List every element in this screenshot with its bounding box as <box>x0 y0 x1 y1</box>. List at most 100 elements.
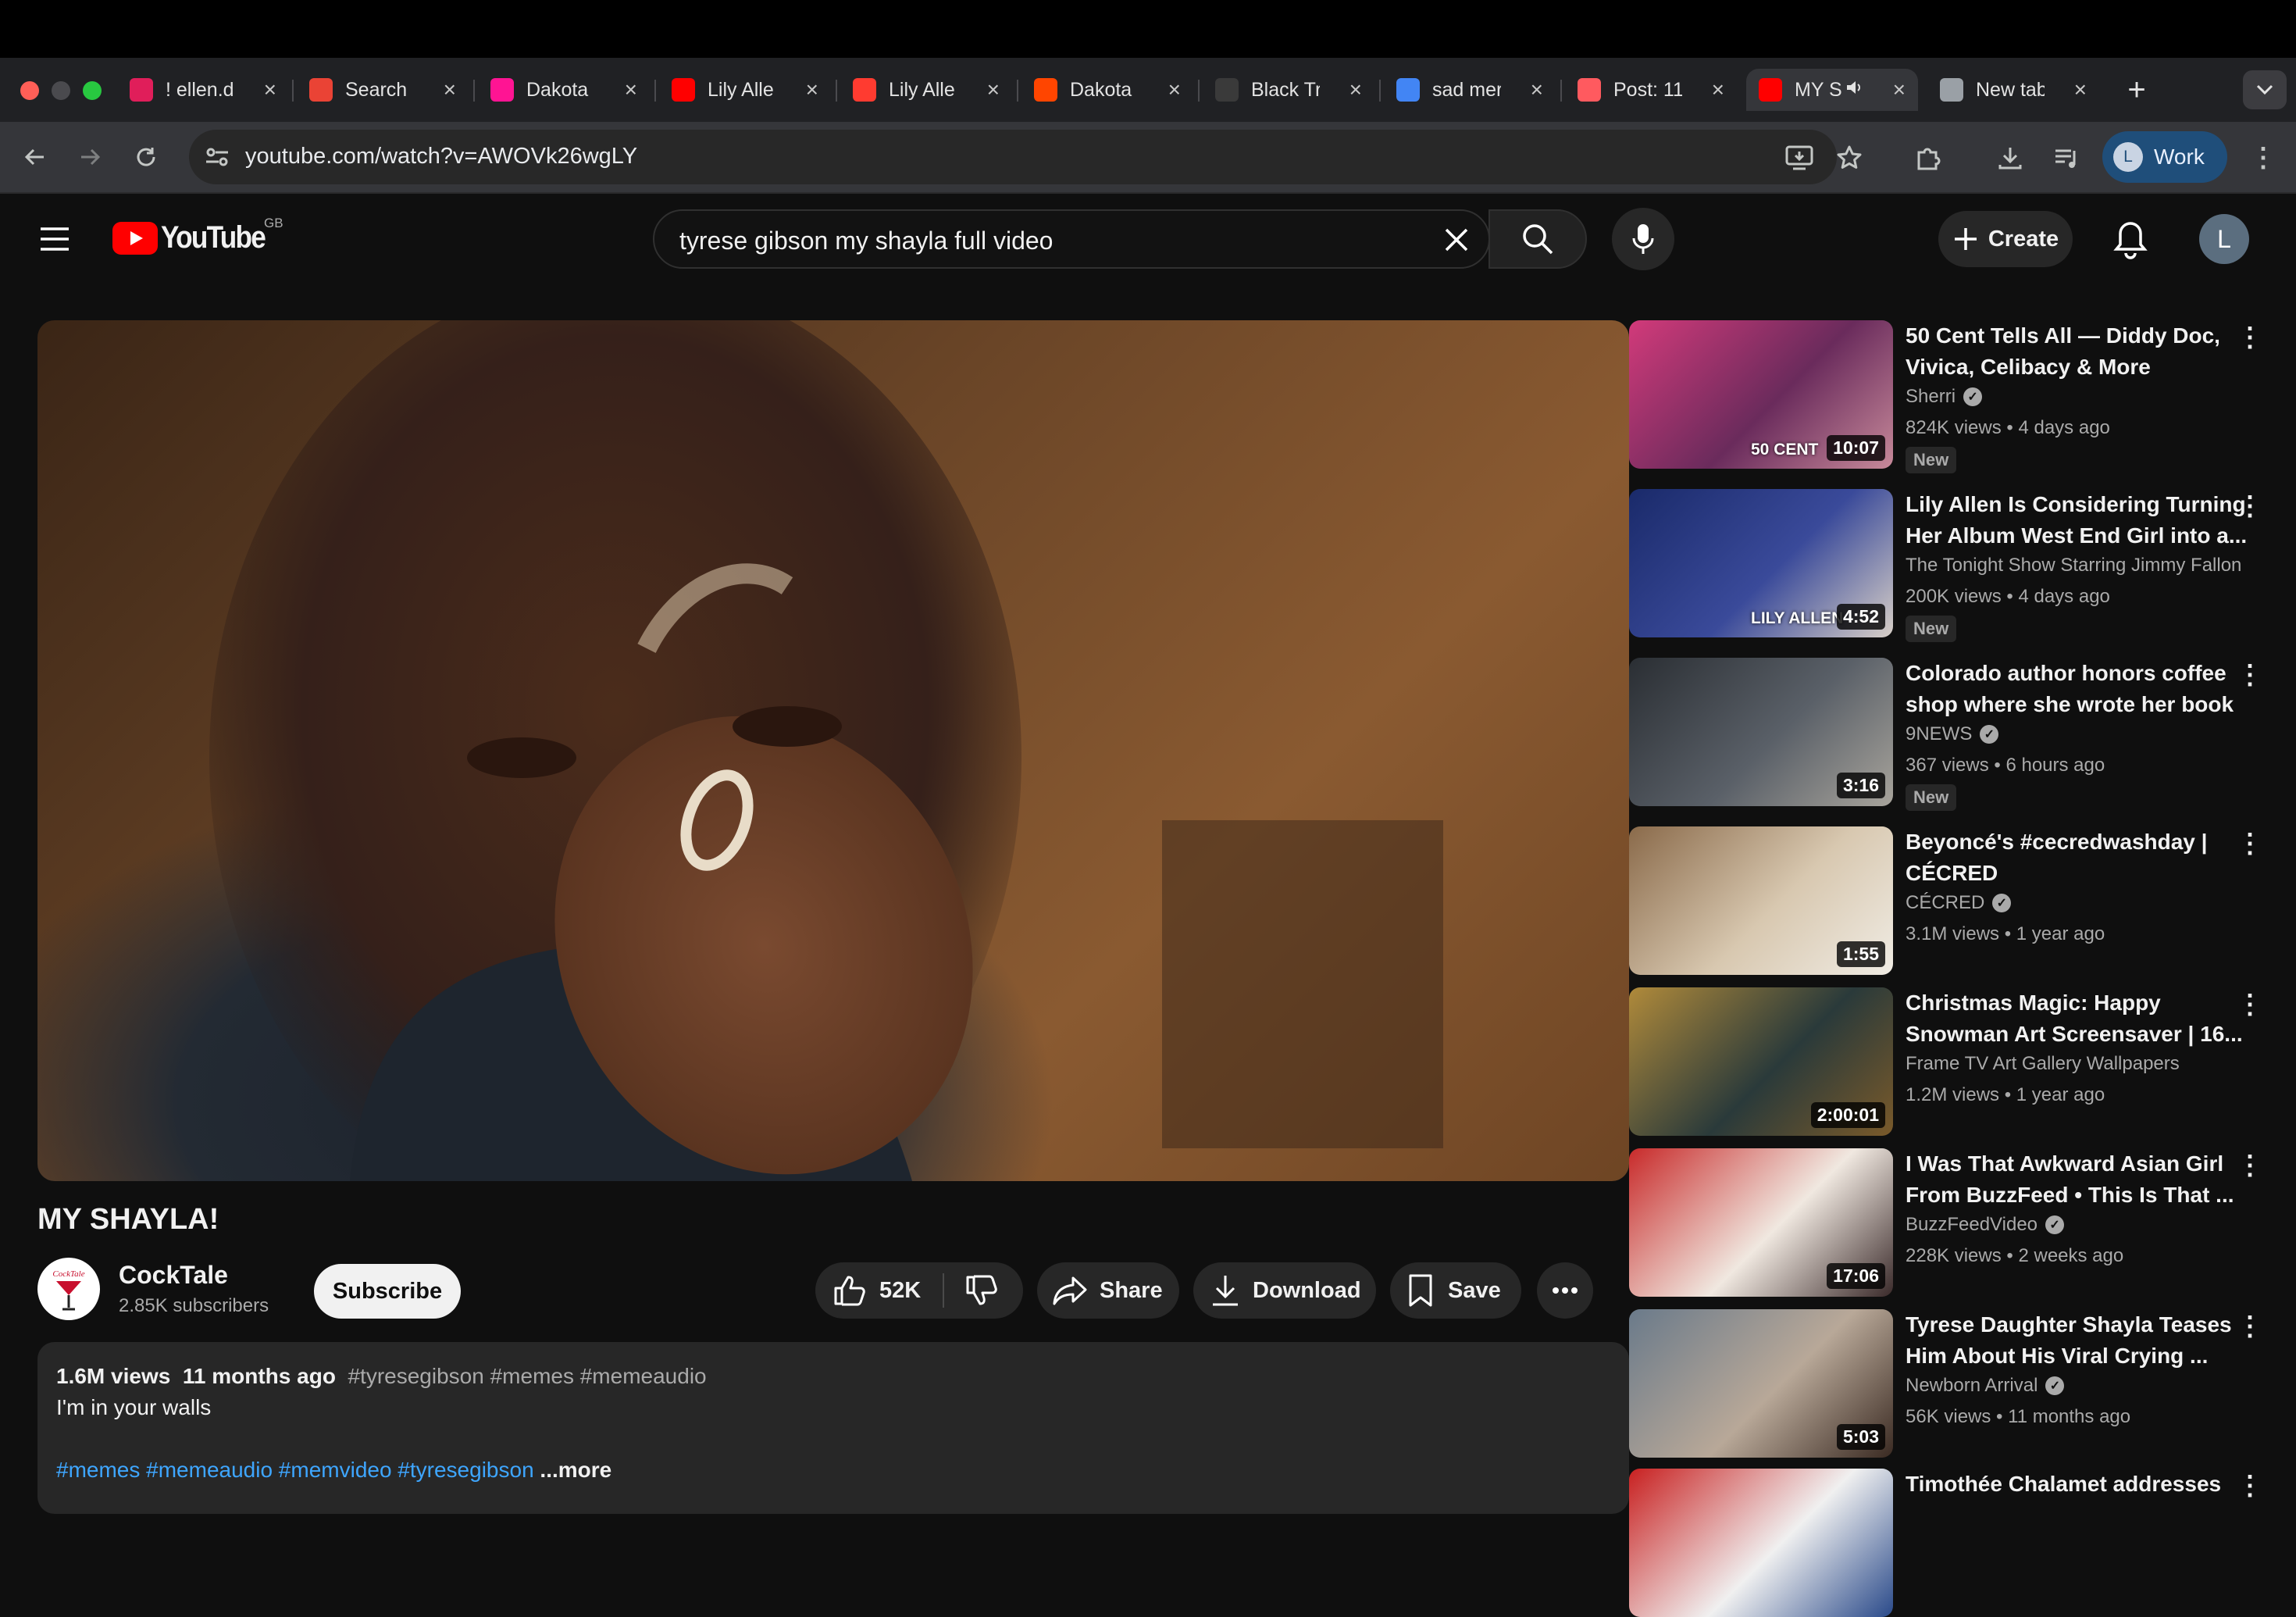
close-tab-icon[interactable]: × <box>444 77 456 102</box>
recommendation-thumbnail[interactable]: 50 CENT 10:07 <box>1629 320 1893 469</box>
recommendation-title[interactable]: Beyoncé's #cecredwashday | CÉCRED <box>1906 826 2249 889</box>
recommendation-channel[interactable]: BuzzFeedVideo ✓ <box>1906 1214 2249 1236</box>
close-tab-icon[interactable]: × <box>806 77 818 102</box>
more-options-icon[interactable]: ⋮ <box>2237 830 2263 858</box>
close-tab-icon[interactable]: × <box>1531 77 1543 102</box>
recommendation-title[interactable]: Christmas Magic: Happy Snowman Art Scree… <box>1906 987 2249 1050</box>
more-actions-button[interactable] <box>1537 1262 1593 1319</box>
more-options-icon[interactable]: ⋮ <box>2237 1472 2263 1500</box>
create-button[interactable]: Create <box>1938 211 2073 267</box>
recommendation-thumbnail[interactable]: 5:03 <box>1629 1309 1893 1458</box>
bottom-hashtags[interactable]: #memes #memeaudio #memvideo #tyresegibso… <box>56 1458 534 1482</box>
tab-8[interactable]: sad mer × <box>1384 69 1556 111</box>
recommendation-thumbnail[interactable]: 2:00:01 <box>1629 987 1893 1136</box>
close-tab-icon[interactable]: × <box>1893 77 1906 102</box>
more-options-icon[interactable]: ⋮ <box>2237 323 2263 352</box>
minimize-window-button[interactable] <box>52 81 70 100</box>
recommendation-title[interactable]: 50 Cent Tells All — Diddy Doc, Vivica, C… <box>1906 320 2249 383</box>
share-button[interactable]: Share <box>1037 1262 1179 1319</box>
tab-6[interactable]: Dakota × <box>1021 69 1193 111</box>
tab-4[interactable]: Lily Alle × <box>659 69 831 111</box>
like-button[interactable]: 52K <box>815 1262 921 1319</box>
recommendation-channel[interactable]: 9NEWS ✓ <box>1906 723 2249 745</box>
recommendation-item[interactable]: 1:55 Beyoncé's #cecredwashday | CÉCRED CÉC… <box>1629 826 2285 975</box>
tab-9[interactable]: Post: 11 × <box>1565 69 1737 111</box>
recommendation-thumbnail[interactable]: 3:16 <box>1629 658 1893 806</box>
chrome-menu-icon[interactable]: ⋮ <box>2246 141 2280 175</box>
speaker-icon[interactable] <box>1845 78 1863 102</box>
recommendation-item[interactable]: 2:00:01 Christmas Magic: Happy Snowman Ar… <box>1629 987 2285 1136</box>
forward-button[interactable] <box>72 139 108 175</box>
recommendation-channel[interactable]: Frame TV Art Gallery Wallpapers <box>1906 1053 2249 1075</box>
subscribe-button[interactable]: Subscribe <box>314 1264 461 1319</box>
recommendation-channel[interactable]: Sherri ✓ <box>1906 386 2249 408</box>
recommendation-title[interactable]: Tyrese Daughter Shayla Teases Him About … <box>1906 1309 2249 1372</box>
recommendation-item[interactable]: 50 CENT 10:07 50 Cent Tells All — Diddy Do… <box>1629 320 2285 473</box>
tab-search-button[interactable] <box>2243 70 2287 109</box>
search-input[interactable]: tyrese gibson my shayla full video <box>679 227 1053 255</box>
tab-10[interactable]: MY S × <box>1746 69 1918 111</box>
more-options-icon[interactable]: ⋮ <box>2237 661 2263 689</box>
more-options-icon[interactable]: ⋮ <box>2237 492 2263 520</box>
bookmark-star-icon[interactable] <box>1832 141 1866 175</box>
youtube-logo[interactable]: YouTube GB <box>112 216 283 255</box>
recommendation-title[interactable]: I Was That Awkward Asian Girl From BuzzF… <box>1906 1148 2249 1211</box>
more-options-icon[interactable]: ⋮ <box>2237 1151 2263 1180</box>
extensions-icon[interactable] <box>1910 141 1945 175</box>
guide-menu-icon[interactable] <box>39 227 70 252</box>
recommendation-title[interactable]: Colorado author honors coffee shop where… <box>1906 658 2249 720</box>
close-tab-icon[interactable]: × <box>2074 77 2087 102</box>
site-settings-icon[interactable] <box>205 145 230 169</box>
new-tab-button[interactable]: + <box>2120 69 2154 111</box>
tab-7[interactable]: Black Tr × <box>1203 69 1374 111</box>
tab-1[interactable]: ! ellen.d × <box>117 69 289 111</box>
account-avatar[interactable]: L <box>2199 214 2249 264</box>
close-tab-icon[interactable]: × <box>1168 77 1181 102</box>
close-tab-icon[interactable]: × <box>625 77 637 102</box>
recommendation-title[interactable]: Timothée Chalamet addresses <box>1906 1469 2249 1500</box>
show-more-button[interactable]: ...more <box>540 1458 611 1482</box>
recommendation-item[interactable]: Timothée Chalamet addresses ⋮ <box>1629 1469 2285 1617</box>
close-tab-icon[interactable]: × <box>264 77 276 102</box>
downloads-icon[interactable] <box>1993 141 2027 175</box>
dislike-button[interactable] <box>944 1262 997 1319</box>
recommendation-thumbnail[interactable]: LILY ALLEN 4:52 <box>1629 489 1893 637</box>
install-app-icon[interactable] <box>1782 141 1816 175</box>
recommendation-thumbnail[interactable]: 17:06 <box>1629 1148 1893 1297</box>
close-tab-icon[interactable]: × <box>987 77 1000 102</box>
recommendation-channel[interactable]: CÉCRED ✓ <box>1906 892 2249 914</box>
recommendation-item[interactable]: 3:16 Colorado author honors coffee shop w… <box>1629 658 2285 811</box>
back-button[interactable] <box>17 139 53 175</box>
tab-2[interactable]: Search × <box>297 69 469 111</box>
channel-name[interactable]: CockTale <box>119 1261 228 1290</box>
close-tab-icon[interactable]: × <box>1349 77 1362 102</box>
top-hashtags[interactable]: #tyresegibson #memes #memeaudio <box>348 1364 706 1388</box>
recommendation-channel[interactable]: The Tonight Show Starring Jimmy Fallon✓ <box>1906 555 2249 576</box>
zoom-window-button[interactable] <box>83 81 102 100</box>
recommendation-item[interactable]: LILY ALLEN 4:52 Lily Allen Is Considering … <box>1629 489 2285 642</box>
profile-button[interactable]: L Work <box>2102 131 2227 183</box>
recommendation-thumbnail[interactable] <box>1629 1469 1893 1617</box>
recommendation-item[interactable]: 17:06 I Was That Awkward Asian Girl From … <box>1629 1148 2285 1297</box>
recommendation-thumbnail[interactable]: 1:55 <box>1629 826 1893 975</box>
tab-5[interactable]: Lily Alle × <box>840 69 1012 111</box>
voice-search-button[interactable] <box>1612 208 1674 270</box>
close-window-button[interactable] <box>20 81 39 100</box>
search-button[interactable] <box>1488 209 1587 269</box>
media-controls-icon[interactable] <box>2049 141 2084 175</box>
channel-avatar[interactable]: CockTale <box>37 1258 100 1320</box>
download-button[interactable]: Download <box>1193 1262 1376 1319</box>
clear-search-icon[interactable] <box>1443 220 1470 262</box>
close-tab-icon[interactable]: × <box>1712 77 1724 102</box>
search-box[interactable]: tyrese gibson my shayla full video <box>653 209 1490 269</box>
omnibox[interactable]: youtube.com/watch?v=AWOVk26wgLY <box>189 130 1837 184</box>
url-text[interactable]: youtube.com/watch?v=AWOVk26wgLY <box>245 144 637 170</box>
recommendation-title[interactable]: Lily Allen Is Considering Turning Her Al… <box>1906 489 2249 551</box>
recommendation-item[interactable]: 5:03 Tyrese Daughter Shayla Teases Him Ab… <box>1629 1309 2285 1458</box>
recommendation-channel[interactable]: Newborn Arrival ✓ <box>1906 1375 2249 1397</box>
more-options-icon[interactable]: ⋮ <box>2237 991 2263 1019</box>
save-button[interactable]: Save <box>1390 1262 1521 1319</box>
tab-11[interactable]: New tab × <box>1927 69 2099 111</box>
description-box[interactable]: 1.6M views 11 months ago #tyresegibson #… <box>37 1342 1629 1514</box>
tab-3[interactable]: Dakota × <box>478 69 650 111</box>
